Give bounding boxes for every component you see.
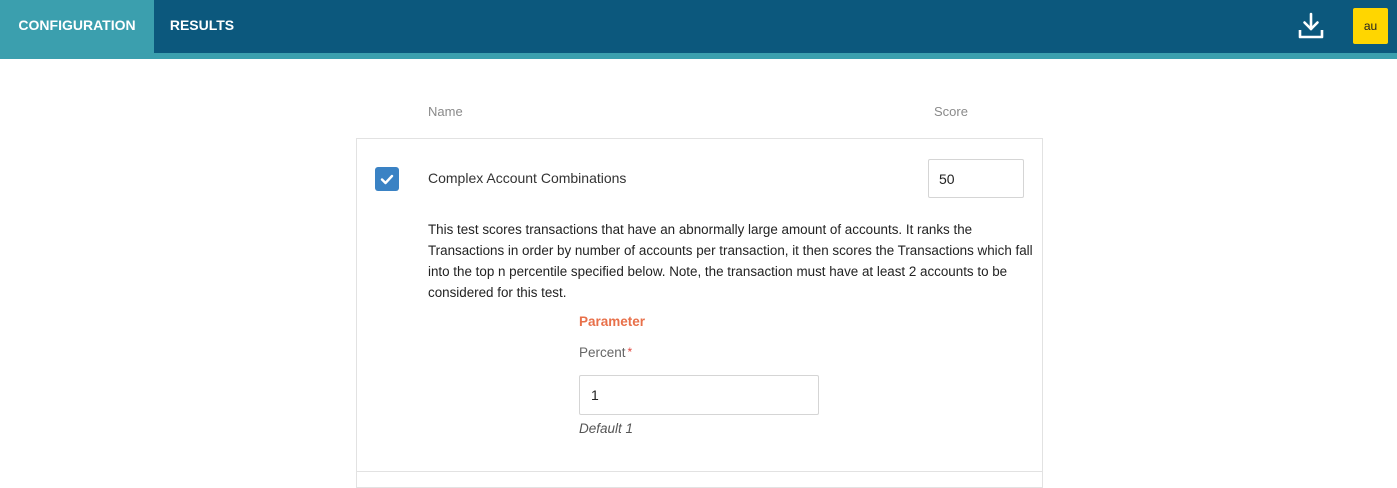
score-input[interactable]: [928, 159, 1024, 198]
check-icon: [380, 174, 394, 185]
default-hint: Default 1: [579, 421, 634, 436]
required-marker: *: [627, 345, 633, 359]
column-header-score: Score: [934, 104, 968, 119]
parameter-heading: Parameter: [579, 314, 646, 329]
test-description: This test scores transactions that have …: [428, 222, 1033, 300]
top-nav-bar: CONFIGURATION RESULTS au: [0, 0, 1397, 53]
tab-configuration[interactable]: CONFIGURATION: [0, 0, 154, 53]
test-name: Complex Account Combinations: [428, 170, 627, 186]
test-enabled-checkbox[interactable]: [375, 167, 399, 191]
percent-label: Percent *: [579, 345, 632, 360]
column-header-name: Name: [428, 104, 463, 119]
download-icon[interactable]: [1296, 11, 1326, 41]
nav-accent-stripe: [0, 53, 1397, 59]
tab-results[interactable]: RESULTS: [154, 0, 250, 53]
user-avatar[interactable]: au: [1353, 8, 1388, 44]
percent-label-text: Percent: [579, 345, 626, 360]
card-divider: [356, 471, 1043, 472]
percent-input[interactable]: [579, 375, 819, 415]
